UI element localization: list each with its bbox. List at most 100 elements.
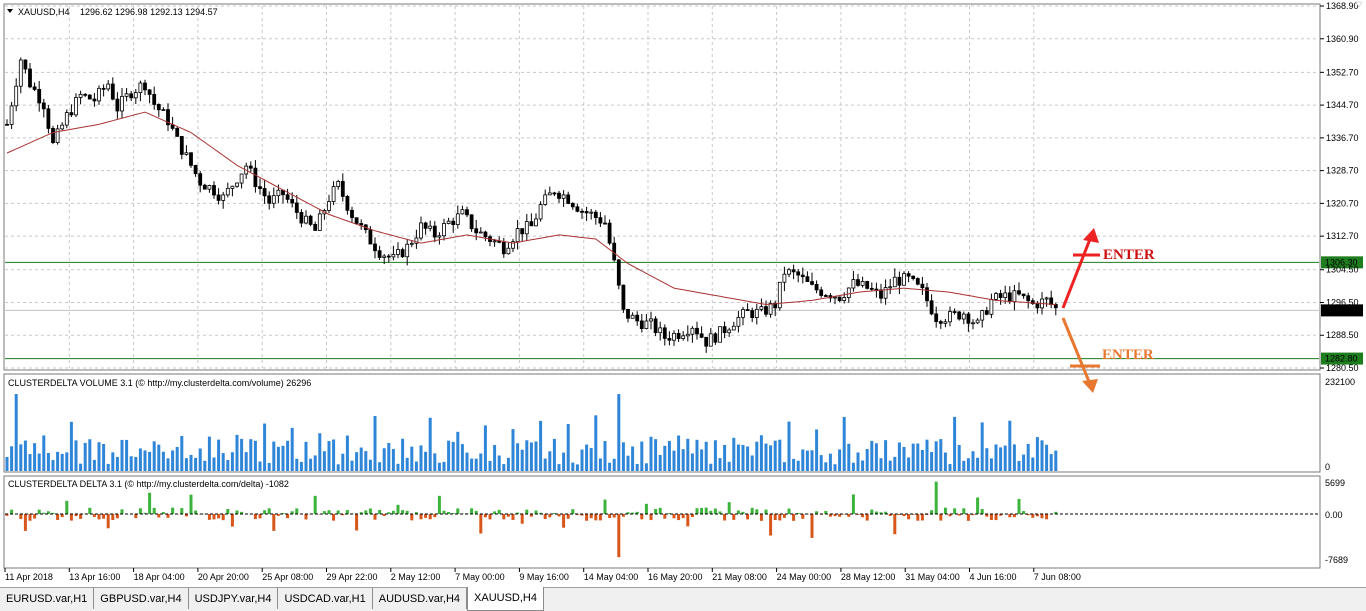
enter-down-label: ENTER xyxy=(1102,347,1154,363)
candle-body xyxy=(777,281,782,309)
volume-bar xyxy=(56,451,60,471)
volume-bar xyxy=(953,416,957,471)
candle-body xyxy=(492,240,497,243)
candle-body xyxy=(515,228,520,243)
volume-bar xyxy=(460,444,464,471)
candle-body xyxy=(373,243,377,252)
candle-body xyxy=(727,329,732,334)
delta-bar xyxy=(189,494,193,514)
delta-bar xyxy=(373,514,377,520)
volume-bar xyxy=(51,460,55,471)
volume-bar xyxy=(106,463,110,471)
volume-bar xyxy=(69,421,73,471)
delta-bar xyxy=(272,514,276,531)
delta-bar xyxy=(700,508,704,514)
delta-bar xyxy=(106,514,110,529)
candle-body xyxy=(133,92,138,99)
candle-body xyxy=(819,289,824,296)
volume-bar xyxy=(879,458,883,471)
volume-bar xyxy=(598,458,602,471)
tab-audusd[interactable]: AUDUSD.var,H4 xyxy=(373,588,468,609)
candle-body xyxy=(235,182,239,187)
volume-bar xyxy=(286,440,290,471)
candle-body xyxy=(152,94,157,105)
volume-bar xyxy=(355,452,359,471)
candle-body xyxy=(690,327,695,335)
volume-bar xyxy=(1008,420,1012,471)
candle-body xyxy=(83,93,88,96)
delta-bar xyxy=(230,514,234,527)
candle-body xyxy=(699,333,704,338)
delta-bar xyxy=(364,510,368,514)
candle-body xyxy=(106,83,111,90)
x-tick-label: 29 Apr 22:00 xyxy=(327,572,378,582)
volume-bar xyxy=(677,435,681,471)
candle-body xyxy=(603,222,607,225)
tab-usdjpy[interactable]: USDJPY.var,H4 xyxy=(189,588,279,609)
candle-body xyxy=(442,223,446,237)
candle-body xyxy=(294,202,299,213)
volume-bar xyxy=(727,461,731,471)
volume-bar xyxy=(359,447,363,471)
delta-bar xyxy=(723,514,727,521)
delta-bar xyxy=(497,509,501,514)
candle-body xyxy=(966,313,971,324)
delta-bar xyxy=(171,507,175,514)
volume-bar xyxy=(861,460,865,471)
candle-body xyxy=(846,287,851,298)
volume-bar xyxy=(603,440,607,471)
volume-bar xyxy=(773,440,777,471)
volume-bar xyxy=(562,452,566,471)
volume-bar xyxy=(681,449,685,471)
candle-body xyxy=(764,306,768,315)
volume-bar xyxy=(686,438,690,471)
candle-body xyxy=(64,112,69,126)
candle-body xyxy=(952,311,957,313)
volume-bar xyxy=(529,442,533,471)
delta-bar xyxy=(608,514,612,518)
volume-bar xyxy=(74,440,78,471)
candle-body xyxy=(833,296,837,299)
volume-bar xyxy=(506,457,510,471)
delta-bar xyxy=(378,510,382,514)
volume-bar xyxy=(1040,440,1044,471)
tab-xauusd[interactable]: XAUUSD,H4 xyxy=(467,587,544,611)
candle-body xyxy=(9,105,14,125)
candle-body xyxy=(534,218,538,227)
volume-bar xyxy=(115,456,119,471)
volume-bar xyxy=(221,453,225,471)
volume-bar xyxy=(851,462,855,471)
delta-bar xyxy=(502,514,506,520)
candle-body xyxy=(851,279,856,289)
candle-body xyxy=(768,302,773,315)
volume-bar xyxy=(815,429,819,471)
volume-bar xyxy=(640,441,644,471)
volume-bar xyxy=(930,451,934,471)
tab-gbpusd[interactable]: GBPUSD.var,H4 xyxy=(94,588,189,609)
tab-usdcad[interactable]: USDCAD.var,H1 xyxy=(278,588,373,609)
candle-body xyxy=(382,255,387,258)
tab-eurusd[interactable]: EURUSD.var,H1 xyxy=(0,588,95,609)
delta-bar xyxy=(410,514,414,521)
candle-body xyxy=(345,196,350,211)
delta-bar xyxy=(736,510,740,514)
delta-bar xyxy=(562,514,566,528)
candle-body xyxy=(874,288,879,291)
candle-body xyxy=(658,327,663,334)
volume-bar xyxy=(120,439,124,471)
volume-bar xyxy=(332,439,336,471)
volume-bar xyxy=(263,423,267,471)
volume-bar xyxy=(1045,444,1049,471)
candle-body xyxy=(423,222,428,229)
delta-bar xyxy=(138,508,142,514)
candle-body xyxy=(156,104,161,111)
candle-body xyxy=(1049,297,1054,305)
volume-bar xyxy=(42,435,46,471)
candle-body xyxy=(78,93,83,98)
volume-bar xyxy=(948,464,952,471)
volume-bar xyxy=(161,451,165,471)
delta-bar xyxy=(640,514,644,520)
delta-bar xyxy=(37,509,41,514)
candle-body xyxy=(386,255,391,258)
volume-bar xyxy=(925,439,929,471)
